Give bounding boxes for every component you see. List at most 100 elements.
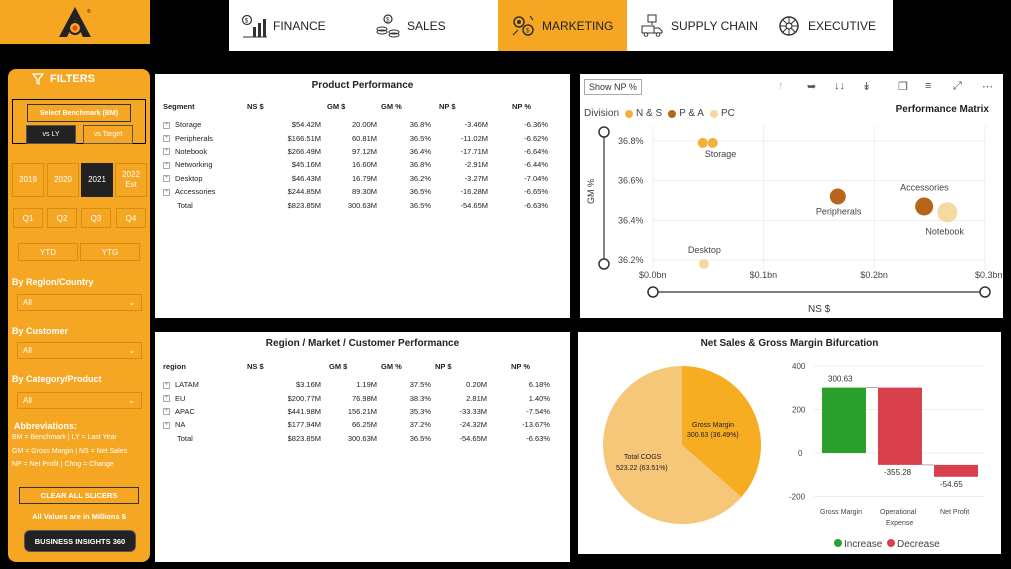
table-cell: -2.91M	[464, 160, 488, 170]
table-cell: 16.60M	[351, 160, 377, 170]
x-tick-label: $0.2bn	[860, 270, 888, 280]
expand-row-icon[interactable]: +	[163, 135, 170, 143]
bifurcation-panel: Net Sales & Gross Margin Bifurcation Tot…	[578, 332, 1001, 554]
year-2021-button[interactable]: 2021	[81, 163, 113, 197]
table-cell: -6.44%	[524, 160, 548, 170]
table-row[interactable]: + APAC $441.98M 156.21M 35.3% -33.33M -7.54%	[163, 405, 550, 418]
quarter-q2-button[interactable]: Q2	[47, 208, 77, 228]
expand-row-icon[interactable]: +	[163, 121, 170, 129]
table-cell: -6.64%	[524, 146, 548, 156]
y-tick-label: 400	[792, 362, 806, 371]
tab-sales[interactable]: $ SALES	[363, 0, 498, 51]
pie-label-name: Gross Margin	[692, 422, 734, 429]
waterfall-bar	[878, 387, 922, 465]
table-cell: 66.25M	[351, 420, 377, 430]
column-header[interactable]: NS $	[243, 100, 321, 113]
table-row[interactable]: + NA $177.94M 66.25M 37.2% -24.32M -13.67%	[163, 418, 550, 431]
table-row[interactable]: + EU $200.77M 76.98M 38.3% 2.81M 1.40%	[163, 391, 550, 404]
expand-row-icon[interactable]: +	[163, 395, 170, 403]
table-cell: -6.36%	[524, 120, 548, 130]
expand-row-icon[interactable]: +	[163, 421, 170, 429]
y-range-slider-handle	[598, 126, 610, 138]
x-tick-label: $0.0bn	[639, 270, 667, 280]
total-row: Total $823.85M 300.63M 36.5% -54.65M -6.63%	[163, 432, 550, 445]
tab-supply-chain[interactable]: SUPPLY CHAIN	[627, 0, 764, 51]
benchmark-vs-target-button[interactable]: vs Target	[83, 125, 133, 144]
year-2020-button[interactable]: 2020	[47, 163, 79, 197]
table-row[interactable]: + Storage $54.42M 20.00M 36.8% -3.46M -6.36%	[163, 118, 548, 131]
table-cell: 20.00M	[351, 120, 377, 130]
expand-row-icon[interactable]: +	[163, 188, 170, 196]
total-cell: 300.63M	[347, 433, 377, 443]
ytg-button[interactable]: YTG	[80, 243, 140, 261]
expand-row-icon[interactable]: +	[163, 175, 170, 183]
region-performance-table: region NS $ GM $ GM % NP $ NP % + LATAM $3…	[163, 360, 550, 445]
point-label: Desktop	[688, 245, 721, 255]
column-header[interactable]: GM %	[377, 100, 431, 113]
marketing-gears-icon: $	[512, 15, 534, 36]
total-cell: 36.5%	[409, 433, 431, 443]
benchmark-title: Select Benchmark (BM)	[27, 104, 131, 122]
total-cell: -6.63%	[526, 433, 550, 443]
year-2019-button[interactable]: 2019	[12, 163, 44, 197]
table-row[interactable]: + LATAM $3.16M 1.19M 37.5% 0.20M 6.18%	[163, 378, 550, 391]
tab-executive[interactable]: EXECUTIVE	[764, 0, 893, 51]
business-insights-button[interactable]: BUSINESS INSIGHTS 360	[24, 530, 136, 552]
expand-row-icon[interactable]: +	[163, 148, 170, 156]
region-filter-dropdown[interactable]: All ⌄	[17, 294, 142, 311]
total-cell: 36.5%	[409, 200, 431, 210]
column-header[interactable]: GM $	[321, 100, 377, 113]
column-header[interactable]: Segment	[163, 100, 243, 113]
expand-row-icon[interactable]: +	[163, 408, 170, 416]
table-cell: 0.20M	[466, 380, 487, 390]
ytd-button[interactable]: YTD	[18, 243, 78, 261]
column-header[interactable]: NP %	[488, 100, 548, 113]
table-row[interactable]: + Networking $45.16M 16.60M 36.8% -2.91M -6.44…	[163, 158, 548, 171]
customer-filter-dropdown[interactable]: All ⌄	[17, 342, 142, 359]
table-cell: $266.49M	[287, 146, 321, 156]
tab-marketing-label: MARKETING	[542, 18, 614, 33]
table-row[interactable]: + Accessories $244.85M 89.30M 36.5% -16.28M -6…	[163, 185, 548, 198]
waterfall-bar	[822, 387, 866, 453]
scatter-point	[697, 137, 708, 148]
total-row: Total $823.85M 300.63M 36.5% -54.65M -6.63%	[163, 198, 548, 211]
table-cell: -16.28M	[460, 187, 488, 197]
table-cell: 60.81M	[351, 133, 377, 143]
supply-chain-truck-icon	[641, 14, 663, 37]
product-performance-table: Segment NS $ GM $ GM % NP $ NP % + Storag…	[163, 100, 548, 212]
table-row[interactable]: + Desktop $46.43M 16.79M 36.2% -3.27M -7.04%	[163, 172, 548, 185]
clear-all-slicers-button[interactable]: CLEAR ALL SLICERS	[19, 487, 139, 504]
benchmark-vs-ly-button[interactable]: vs LY	[26, 125, 76, 144]
table-cell: 16.79M	[351, 173, 377, 183]
year-2022-est-button[interactable]: 2022 Est	[115, 163, 147, 197]
expand-row-icon[interactable]: +	[163, 161, 170, 169]
x-axis-label: NS $	[808, 304, 831, 315]
column-header[interactable]: GM %	[377, 360, 431, 373]
row-label: + Peripherals	[163, 133, 213, 143]
quarter-q1-button[interactable]: Q1	[13, 208, 43, 228]
column-header[interactable]: NS $	[243, 360, 321, 373]
quarter-q4-button[interactable]: Q4	[116, 208, 146, 228]
y-tick-label: 200	[792, 406, 806, 415]
table-row[interactable]: + Peripherals $166.51M 60.81M 36.5% -11.02M -6…	[163, 131, 548, 144]
column-header[interactable]: GM $	[321, 360, 377, 373]
logo[interactable]: ®	[0, 0, 150, 44]
table-cell: 156.21M	[347, 406, 377, 416]
filters-title: FILTERS	[32, 73, 95, 85]
quarter-q3-button[interactable]: Q3	[81, 208, 111, 228]
column-header[interactable]: NP $	[431, 360, 487, 373]
table-cell: $441.98M	[287, 406, 321, 416]
category-filter-dropdown[interactable]: All ⌄	[17, 392, 142, 409]
table-cell: 37.5%	[409, 380, 431, 390]
tab-finance[interactable]: $ FINANCE	[229, 0, 363, 51]
table-row[interactable]: + Notebook $266.49M 97.12M 36.4% -17.71M -6.64…	[163, 145, 548, 158]
row-label: + Notebook	[163, 146, 208, 156]
customer-filter-value: All	[23, 346, 32, 355]
tab-sales-label: SALES	[407, 18, 446, 33]
column-header[interactable]: NP $	[431, 100, 488, 113]
column-header[interactable]: NP %	[487, 360, 550, 373]
tab-marketing[interactable]: $ MARKETING	[498, 0, 627, 51]
column-header[interactable]: region	[163, 360, 243, 373]
expand-row-icon[interactable]: +	[163, 381, 170, 389]
x-tick-label: Gross Margin	[820, 509, 862, 516]
